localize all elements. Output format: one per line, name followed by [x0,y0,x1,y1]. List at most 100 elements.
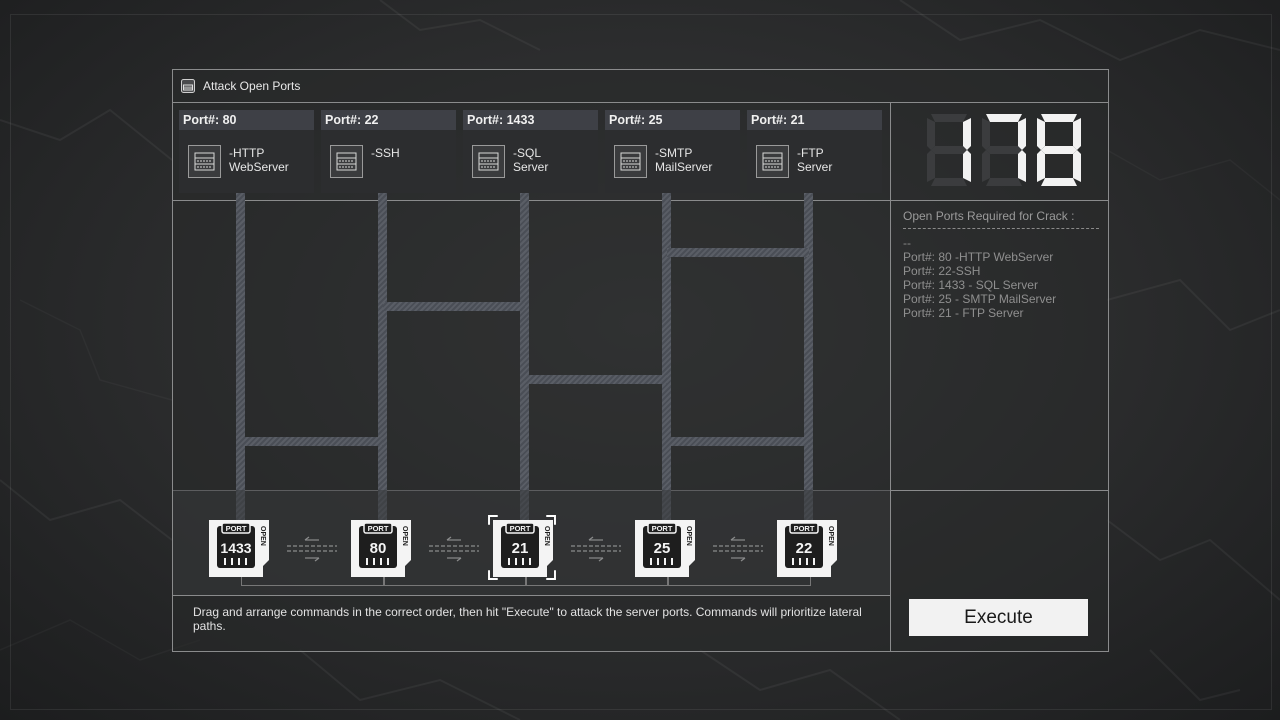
score-display [927,114,1081,186]
requirement-item: Port#: 22-SSH [903,264,981,278]
svg-text:PORT: PORT [652,524,673,533]
path-bar [520,193,529,520]
port-card-header: Port#: 21 [747,110,882,130]
requirements-list: Port#: 80 -HTTP WebServer Port#: 22-SSH … [903,250,1056,320]
swap-arrows-icon[interactable] [285,536,339,562]
vertical-divider [890,102,891,651]
port-card-header: Port#: 1433 [463,110,598,130]
port-description: -SQL Server [513,146,549,174]
svg-text:22: 22 [796,540,813,557]
svg-text:OPEN: OPEN [401,526,408,546]
score-segment-unlit [982,118,990,150]
svg-text:1433: 1433 [220,540,251,556]
requirements-separator-line [903,228,1099,229]
command-port-21[interactable]: PORT 21 OPEN [488,515,556,580]
port-card-25: Port#: 25 -SMTP MailServer [605,110,740,193]
execute-button[interactable]: Execute [909,599,1088,636]
port-card-22: Port#: 22 -SSH [321,110,456,193]
score-segment-lit [963,118,971,150]
score-segment-unlit [927,150,935,182]
port-number: Port#: 80 [183,113,237,127]
command-port-80[interactable]: PORT 80 OPEN [351,520,411,577]
score-segment-lit [986,114,1022,122]
port-description: -HTTP WebServer [229,146,289,174]
lateral-path [383,302,525,311]
command-port-22[interactable]: PORT 22 OPEN [777,520,837,577]
attack-panel: Attack Open Ports Port#: 80 -HTTP WebServ… [172,69,1109,652]
svg-text:80: 80 [370,540,387,557]
swap-arrows-icon[interactable] [427,536,481,562]
swap-arrows-icon[interactable] [711,536,765,562]
server-icon [330,145,363,178]
server-icon [181,79,195,93]
lateral-path [667,437,809,446]
path-bar [804,193,813,520]
svg-text:OPEN: OPEN [685,526,692,546]
requirement-item: Port#: 21 - FTP Server [903,306,1024,320]
svg-text:PORT: PORT [368,524,389,533]
svg-text:PORT: PORT [226,524,247,533]
instructions-text: Drag and arrange commands in the correct… [193,605,862,633]
path-bar [662,193,671,520]
requirement-item: Port#: 1433 - SQL Server [903,278,1038,292]
score-segment-unlit [931,146,967,154]
requirements-separator: -- [903,236,911,250]
port-description: -SMTP MailServer [655,146,713,174]
score-segment-lit [1037,150,1045,182]
score-segment-unlit [931,114,967,122]
command-port-1433[interactable]: PORT 1433 OPEN [209,520,269,577]
title-bar: Attack Open Ports [173,70,1108,103]
server-icon [188,145,221,178]
requirement-item: Port#: 25 - SMTP MailServer [903,292,1057,306]
svg-text:OPEN: OPEN [543,526,550,546]
score-segment-lit [1041,114,1077,122]
score-segment-lit [1041,146,1077,154]
svg-text:21: 21 [512,540,529,557]
score-segment-unlit [986,146,1022,154]
svg-text:OPEN: OPEN [827,526,834,546]
slot-bracket [241,576,385,586]
score-segment-unlit [982,150,990,182]
score-segment-unlit [927,118,935,150]
instruction-divider [173,595,890,596]
port-card-header: Port#: 80 [179,110,314,130]
lateral-path [667,248,809,257]
swap-arrows-icon[interactable] [569,536,623,562]
score-segment-lit [1073,150,1081,182]
score-segment-lit [1041,178,1077,186]
score-segment-lit [1018,150,1026,182]
port-number: Port#: 21 [751,113,805,127]
lateral-path [241,437,383,446]
score-segment-lit [1073,118,1081,150]
port-description: -SSH [371,146,400,160]
score-segment-unlit [986,178,1022,186]
score-segment-lit [1037,118,1045,150]
window-title: Attack Open Ports [203,79,301,93]
port-number: Port#: 22 [325,113,379,127]
server-icon [614,145,647,178]
svg-text:PORT: PORT [794,524,815,533]
port-number: Port#: 25 [609,113,663,127]
port-card-header: Port#: 22 [321,110,456,130]
command-port-25[interactable]: PORT 25 OPEN [635,520,695,577]
lateral-path [525,375,667,384]
port-card-21: Port#: 21 -FTP Server [747,110,882,193]
score-segment-lit [963,150,971,182]
port-description: -FTP Server [797,146,833,174]
port-card-header: Port#: 25 [605,110,740,130]
server-icon [756,145,789,178]
svg-text:OPEN: OPEN [259,526,266,546]
svg-text:PORT: PORT [510,524,531,533]
requirements-title: Open Ports Required for Crack : [903,209,1075,223]
score-segment-unlit [931,178,967,186]
port-number: Port#: 1433 [467,113,535,127]
score-segment-lit [1018,118,1026,150]
requirement-item: Port#: 80 -HTTP WebServer [903,250,1054,264]
svg-text:25: 25 [654,540,671,557]
path-bar [378,193,387,520]
port-card-80: Port#: 80 -HTTP WebServer [179,110,314,193]
path-bar [236,193,245,520]
slot-bracket [667,576,811,586]
header-divider [173,200,1108,201]
port-card-1433: Port#: 1433 -SQL Server [463,110,598,193]
